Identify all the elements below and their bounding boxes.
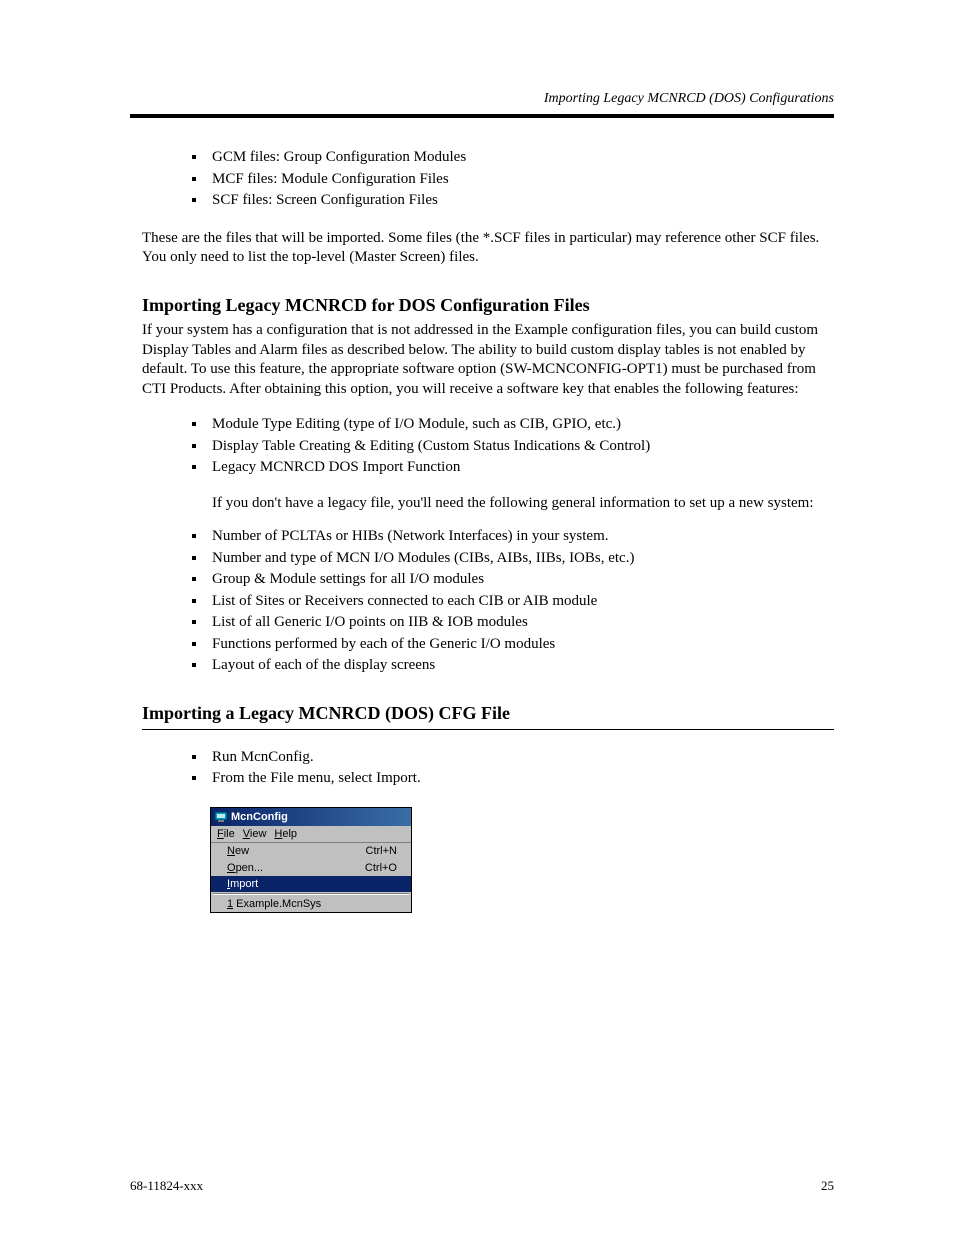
list-item: Display Table Creating & Editing (Custom… xyxy=(198,437,834,457)
intro-file-types-list: GCM files: Group Configuration Modules M… xyxy=(142,148,834,211)
list-item: Number of PCLTAs or HIBs (Network Interf… xyxy=(198,527,834,547)
list-item: Number and type of MCN I/O Modules (CIBs… xyxy=(198,549,834,569)
list-item: List of all Generic I/O points on IIB & … xyxy=(198,613,834,633)
list-item: List of Sites or Receivers connected to … xyxy=(198,592,834,612)
menu-file[interactable]: File xyxy=(217,827,235,841)
section-import-cfg-title: Importing a Legacy MCNRCD (DOS) CFG File xyxy=(142,702,834,725)
shortcut-label: Ctrl+O xyxy=(365,861,397,875)
menu-help[interactable]: Help xyxy=(274,827,297,841)
list-item: From the File menu, select Import. xyxy=(198,769,834,789)
menu-item-import[interactable]: Import xyxy=(211,876,411,892)
mcnconfig-window: McnConfig File View Help New Ctrl+N Open… xyxy=(210,807,412,913)
window-title: McnConfig xyxy=(231,810,288,824)
section-importing-legacy-title: Importing Legacy MCNRCD for DOS Configur… xyxy=(142,294,834,317)
list-item: Legacy MCNRCD DOS Import Function xyxy=(198,458,834,478)
app-icon xyxy=(214,810,228,823)
shortcut-label: Ctrl+N xyxy=(366,844,397,858)
list-item: Layout of each of the display screens xyxy=(198,656,834,676)
legacy-note: If you don't have a legacy file, you'll … xyxy=(142,494,834,514)
list-item: Functions performed by each of the Gener… xyxy=(198,635,834,655)
import-steps-list: Run McnConfig. From the File menu, selec… xyxy=(142,748,834,789)
intro-note: These are the files that will be importe… xyxy=(142,229,834,268)
window-titlebar[interactable]: McnConfig xyxy=(211,808,411,826)
list-item: Run McnConfig. xyxy=(198,748,834,768)
menu-separator xyxy=(213,893,409,895)
list-item: Module Type Editing (type of I/O Module,… xyxy=(198,415,834,435)
menu-item-open[interactable]: Open... Ctrl+O xyxy=(211,860,411,876)
menu-item-new[interactable]: New Ctrl+N xyxy=(211,843,411,859)
menubar: File View Help xyxy=(211,826,411,843)
config-info-paragraph: If your system has a configuration that … xyxy=(142,321,834,399)
list-item: SCF files: Screen Configuration Files xyxy=(198,191,834,211)
features-list: Module Type Editing (type of I/O Module,… xyxy=(142,415,834,478)
list-item: Group & Module settings for all I/O modu… xyxy=(198,570,834,590)
list-item: MCF files: Module Configuration Files xyxy=(198,170,834,190)
system-requirements-list: Number of PCLTAs or HIBs (Network Interf… xyxy=(142,527,834,676)
menu-item-recent-file[interactable]: 1 Example.McnSys xyxy=(211,896,411,912)
page-header: Importing Legacy MCNRCD (DOS) Configurat… xyxy=(130,90,834,108)
footer-page-number: 25 xyxy=(821,1178,834,1195)
menu-view[interactable]: View xyxy=(243,827,267,841)
footer-left: 68-11824-xxx xyxy=(130,1178,203,1195)
list-item: GCM files: Group Configuration Modules xyxy=(198,148,834,168)
header-divider xyxy=(130,114,834,118)
page-footer: 68-11824-xxx 25 xyxy=(130,1178,834,1195)
section-divider xyxy=(142,729,834,730)
